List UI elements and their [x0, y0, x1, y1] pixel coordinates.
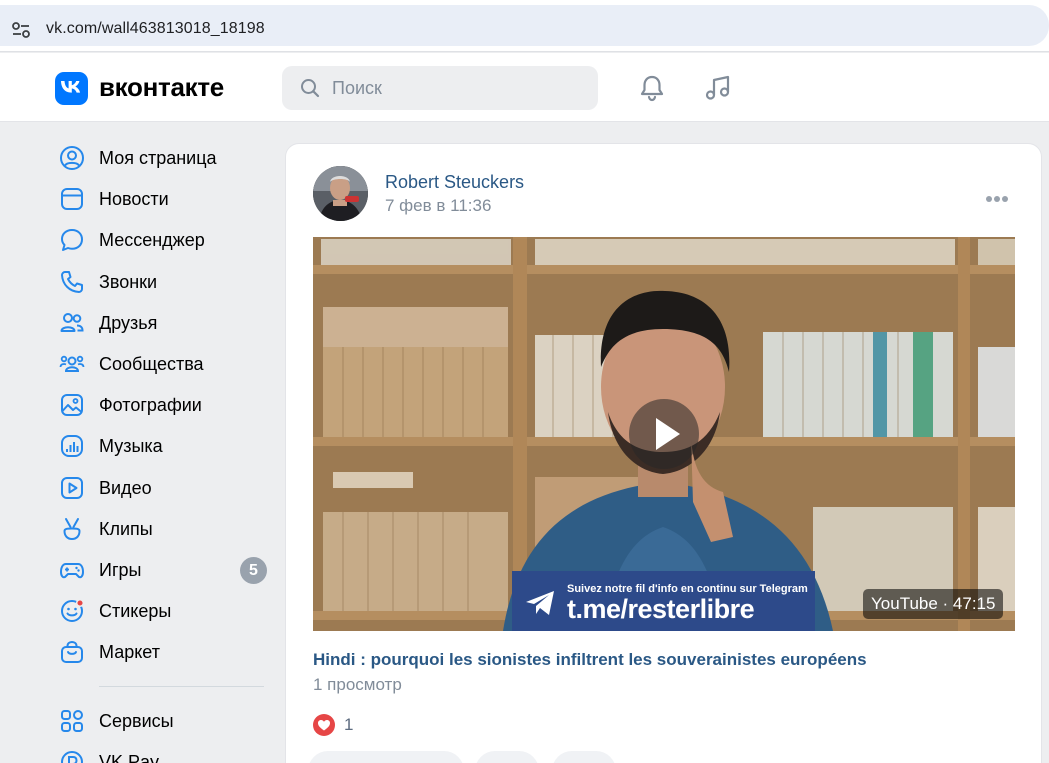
sidebar-item-label: Видео	[99, 477, 152, 498]
sidebar-item-label: Музыка	[99, 436, 163, 457]
music-note-icon[interactable]	[703, 73, 733, 103]
sidebar-item-vk-pay[interactable]: VK Pay	[55, 740, 270, 763]
music-icon	[61, 435, 83, 458]
more-options-icon[interactable]	[986, 189, 1012, 202]
bell-icon[interactable]	[637, 73, 667, 103]
video-icon	[61, 476, 83, 499]
sticker-icon	[61, 599, 85, 623]
sidebar-item-clips[interactable]: Клипы	[55, 507, 270, 548]
like-count[interactable]: 1	[344, 715, 353, 735]
phone-icon	[61, 270, 83, 293]
sidebar-item-label: VK Pay	[99, 752, 160, 763]
chat-bubble-icon	[61, 229, 83, 252]
communities-icon	[59, 355, 85, 372]
browser-address-bar: vk.com/wall463813018_18198	[0, 0, 1049, 52]
sidebar-item-messenger[interactable]: Мессенджер	[55, 218, 270, 259]
market-bag-icon	[61, 641, 83, 664]
sidebar-item-services[interactable]: Сервисы	[55, 699, 270, 740]
games-count-badge: 5	[240, 556, 267, 584]
sidebar-item-label: Мессенджер	[99, 230, 205, 251]
post-date[interactable]: 7 фев в 11:36	[385, 196, 491, 216]
sidebar-item-games[interactable]: Игры 5	[55, 548, 270, 589]
search-input[interactable]	[332, 66, 582, 110]
wall-post: Robert Steuckers 7 фев в 11:36 Suivez no…	[285, 143, 1042, 763]
vk-header: вконтакте	[0, 53, 1049, 122]
comment-action-button[interactable]	[475, 751, 539, 763]
sidebar-item-label: Моя страница	[99, 148, 217, 168]
sidebar-item-friends[interactable]: Друзья	[55, 301, 270, 342]
sidebar-item-label: Друзья	[99, 312, 158, 333]
sidebar-item-my-page[interactable]: Моя страница	[55, 136, 270, 177]
author-avatar[interactable]	[313, 166, 368, 221]
sidebar-item-news[interactable]: Новости	[55, 177, 270, 218]
vkpay-icon	[61, 751, 83, 763]
address-field[interactable]: vk.com/wall463813018_18198	[0, 5, 1049, 46]
sidebar-item-label: Маркет	[99, 642, 160, 663]
sidebar-bottom: Сервисы VK Pay	[55, 699, 270, 763]
sidebar-item-communities[interactable]: Сообщества	[55, 342, 270, 383]
video-title-link[interactable]: Hindi : pourquoi les sionistes infiltren…	[313, 650, 867, 670]
services-grid-icon	[61, 710, 83, 732]
sidebar-item-label: Сообщества	[99, 353, 204, 374]
sidebar-divider	[99, 686, 264, 687]
share-action-button[interactable]	[552, 751, 616, 763]
sidebar-item-calls[interactable]: Звонки	[55, 260, 270, 301]
like-action-button[interactable]	[308, 751, 464, 763]
sidebar-item-label: Сервисы	[99, 711, 174, 731]
search-box[interactable]	[282, 66, 598, 110]
friends-icon	[60, 312, 84, 332]
site-settings-icon[interactable]	[10, 19, 32, 41]
telegram-banner: Suivez notre fil d'info en continu sur T…	[512, 571, 815, 631]
sidebar-item-label: Новости	[99, 189, 169, 210]
sidebar-item-label: Клипы	[99, 518, 153, 539]
search-icon	[301, 79, 320, 98]
url-text[interactable]: vk.com/wall463813018_18198	[46, 20, 265, 38]
video-duration-badge: YouTube · 47:15	[863, 589, 1004, 619]
post-author-name[interactable]: Robert Steuckers	[385, 172, 524, 193]
heart-like-icon[interactable]	[313, 714, 335, 736]
gamepad-icon	[60, 562, 84, 579]
sidebar-item-label: Звонки	[99, 271, 158, 292]
brand-wordmark[interactable]: вконтакте	[99, 72, 224, 103]
left-sidebar: Моя страница Новости Мессенджер Звонки Д…	[55, 136, 270, 671]
clips-icon	[63, 517, 81, 540]
sidebar-item-stickers[interactable]: Стикеры	[55, 589, 270, 630]
sidebar-item-label: Стикеры	[99, 601, 172, 622]
play-button[interactable]	[629, 399, 699, 469]
news-icon	[61, 188, 83, 211]
video-player[interactable]: Suivez notre fil d'info en continu sur T…	[313, 237, 1015, 631]
sidebar-item-video[interactable]: Видео	[55, 466, 270, 507]
photo-icon	[61, 394, 83, 417]
sidebar-item-photos[interactable]: Фотографии	[55, 383, 270, 424]
telegram-plane-icon	[526, 591, 554, 615]
sidebar-item-market[interactable]: Маркет	[55, 630, 270, 671]
sidebar-item-music[interactable]: Музыка	[55, 424, 270, 465]
sidebar-item-label: Игры	[99, 559, 142, 580]
sidebar-item-label: Фотографии	[99, 395, 202, 416]
vk-logo-icon[interactable]	[55, 72, 88, 105]
telegram-banner-link: t.me/resterlibre	[567, 594, 755, 624]
view-count: 1 просмотр	[313, 675, 402, 694]
user-circle-icon	[60, 146, 84, 170]
